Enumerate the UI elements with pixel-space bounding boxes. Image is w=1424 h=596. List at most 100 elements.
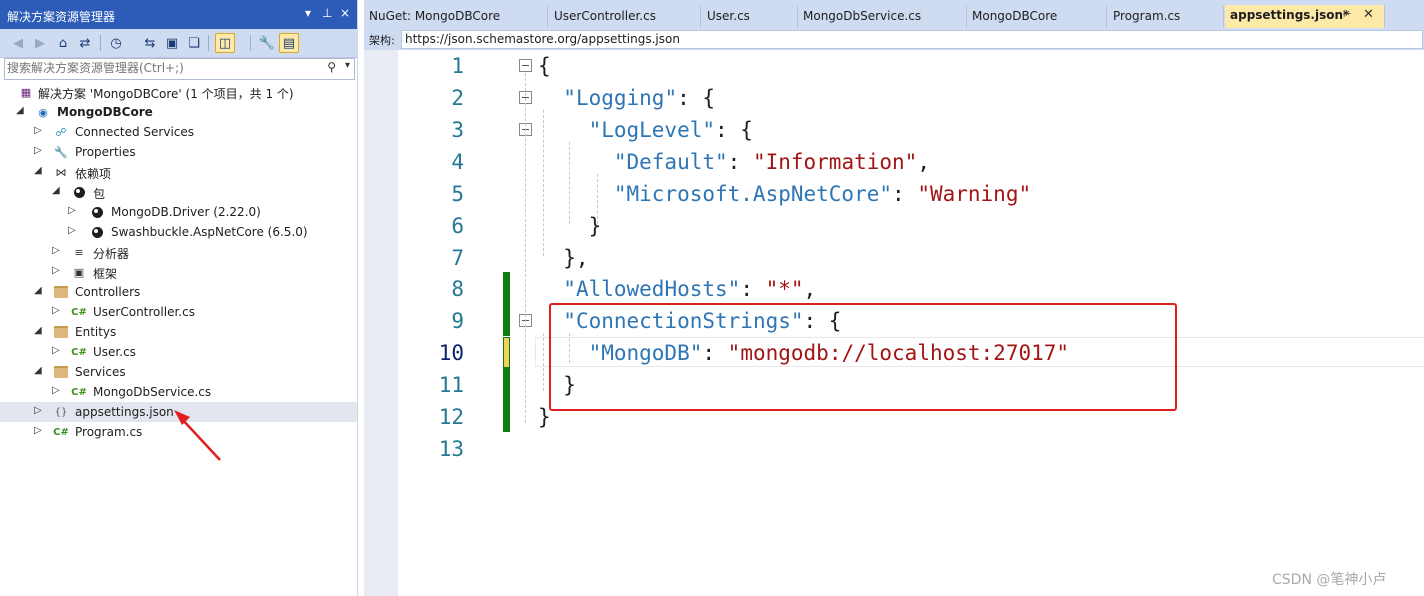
watermark: CSDN @笔神小卢 (1272, 572, 1387, 588)
tree-item-solution[interactable]: ▦ 解决方案 'MongoDBCore' (1 个项目，共 1 个) (0, 82, 357, 102)
code-line[interactable]: } (538, 214, 602, 238)
collapsed-arrow-icon[interactable]: ▷ (34, 405, 42, 416)
collapse-toggle-icon[interactable] (519, 59, 532, 72)
tree-item-user[interactable]: ▷ C# User.cs (0, 342, 357, 362)
collapsed-arrow-icon[interactable]: ▷ (52, 345, 60, 356)
collapsed-arrow-icon[interactable]: ▷ (52, 245, 60, 256)
collapse-all-icon[interactable]: ❏ (184, 33, 204, 53)
tree-item-label: Services (75, 365, 126, 379)
tree-item-project[interactable]: ◢ ◉ MongoDBCore (0, 102, 357, 122)
collapsed-arrow-icon[interactable]: ▷ (52, 265, 60, 276)
json-key-token: "Default" (613, 150, 728, 174)
tree-item-label: Swashbuckle.AspNetCore (6.5.0) (111, 225, 308, 239)
tree-item-frameworks[interactable]: ▷ ▣ 框架 (0, 262, 357, 282)
close-panel-icon[interactable]: × (340, 6, 350, 20)
connected-services-icon: ☍ (55, 125, 67, 139)
solution-icon: ▦ (20, 85, 32, 99)
search-input[interactable] (7, 60, 325, 76)
expanded-arrow-icon[interactable]: ◢ (34, 325, 42, 336)
tab-mongodbcore[interactable]: MongoDBCore (967, 6, 1107, 28)
preview-selected-items-icon[interactable]: ▤ (279, 33, 299, 53)
code-line[interactable]: "AllowedHosts": "*", (538, 277, 816, 301)
tree-item-label: Controllers (75, 285, 141, 299)
code-line[interactable]: }, (538, 246, 588, 270)
tree-item-properties[interactable]: ▷ 🔧 Properties (0, 142, 357, 162)
tree-item-label: 依赖项 (75, 167, 112, 181)
tree-item-dependencies[interactable]: ◢ ⋈ 依赖项 (0, 162, 357, 182)
package-icon (71, 184, 87, 200)
code-line[interactable]: "Logging": { (538, 86, 715, 110)
dependencies-icon: ⋈ (55, 165, 67, 179)
expanded-arrow-icon[interactable]: ◢ (16, 105, 24, 116)
punctuation-token: { (538, 54, 551, 78)
code-line[interactable]: "Default": "Information", (538, 150, 930, 174)
pending-changes-filter-icon[interactable]: ◷ (106, 33, 126, 53)
code-line[interactable]: { (538, 54, 551, 78)
collapsed-arrow-icon[interactable]: ▷ (34, 145, 42, 156)
expanded-arrow-icon[interactable]: ◢ (34, 285, 42, 296)
json-string-token: "Information" (752, 150, 918, 174)
expanded-arrow-icon[interactable]: ◢ (52, 185, 60, 196)
tab-mongodbservice[interactable]: MongoDbService.cs (798, 6, 967, 28)
solution-explorer-search-box[interactable]: ⚲ ▾ (4, 58, 355, 80)
switch-views-icon[interactable]: ⇄ (75, 33, 95, 53)
solution-explorer-title: 解决方案资源管理器 (7, 10, 116, 24)
solution-explorer-title-bar: 解决方案资源管理器 ▾ ⊥ × (0, 0, 357, 29)
tree-item-packages[interactable]: ◢ 包 (0, 182, 357, 202)
tree-item-mongodb-driver[interactable]: ▷ MongoDB.Driver (2.22.0) (0, 202, 357, 222)
properties-wrench-icon[interactable]: 🔧 (257, 33, 277, 53)
expanded-arrow-icon[interactable]: ◢ (34, 165, 42, 176)
tree-item-swashbuckle[interactable]: ▷ Swashbuckle.AspNetCore (6.5.0) (0, 222, 357, 242)
collapsed-arrow-icon[interactable]: ▷ (52, 385, 60, 396)
forward-icon[interactable]: ▶ (30, 33, 50, 53)
close-tab-icon[interactable]: ✕ (1363, 7, 1374, 22)
collapsed-arrow-icon[interactable]: ▷ (52, 305, 60, 316)
tree-item-analyzers[interactable]: ▷ ≡ 分析器 (0, 242, 357, 262)
tree-item-services[interactable]: ◢ Services (0, 362, 357, 382)
tree-item-label: MongoDB.Driver (2.22.0) (111, 205, 261, 219)
tree-item-label: Entitys (75, 325, 117, 339)
collapsed-arrow-icon[interactable]: ▷ (68, 225, 76, 236)
tree-item-mongodbservice[interactable]: ▷ C# MongoDbService.cs (0, 382, 357, 402)
tree-item-entitys[interactable]: ◢ Entitys (0, 322, 357, 342)
tab-nuget-mongodbcore[interactable]: NuGet: MongoDBCore (364, 6, 548, 28)
window-position-dropdown-icon[interactable]: ▾ (305, 6, 311, 20)
show-all-files-icon[interactable]: ◫ (215, 33, 235, 53)
collapsed-arrow-icon[interactable]: ▷ (34, 425, 42, 436)
line-number: 9 (451, 309, 464, 333)
refresh-icon[interactable]: ▣ (162, 33, 182, 53)
tree-item-label: 分析器 (93, 247, 130, 261)
punctuation-token: } (538, 214, 602, 238)
collapsed-arrow-icon[interactable]: ▷ (68, 205, 76, 216)
pin-tab-icon[interactable]: ⊢ (1343, 9, 1352, 20)
tab-appsettings-active[interactable]: appsettings.json* ⊢ ✕ (1225, 5, 1385, 28)
tab-program[interactable]: Program.cs (1108, 6, 1224, 28)
schema-url-field[interactable]: https://json.schemastore.org/appsettings… (401, 30, 1423, 49)
expanded-arrow-icon[interactable]: ◢ (34, 365, 42, 376)
sync-with-active-document-icon[interactable]: ⇆ (140, 33, 160, 53)
tree-item-connected-services[interactable]: ▷ ☍ Connected Services (0, 122, 357, 142)
home-icon[interactable]: ⌂ (53, 33, 73, 53)
saved-change-bar (503, 272, 510, 336)
punctuation-token (538, 86, 563, 110)
tree-item-program[interactable]: ▷ C# Program.cs (0, 422, 357, 442)
tree-item-appsettings[interactable]: ▷ {} appsettings.json (0, 402, 357, 422)
search-options-dropdown-icon[interactable]: ▾ (345, 60, 350, 71)
tree-item-label: MongoDbService.cs (93, 385, 212, 399)
back-icon[interactable]: ◀ (8, 33, 28, 53)
tab-label: MongoDBCore (972, 9, 1058, 23)
line-number: 7 (451, 246, 464, 270)
tab-usercontroller[interactable]: UserController.cs (549, 6, 701, 28)
tree-item-label: 包 (93, 187, 106, 201)
search-icon[interactable]: ⚲ (327, 60, 336, 74)
tab-label: MongoDbService.cs (803, 9, 922, 23)
tree-item-usercontroller[interactable]: ▷ C# UserController.cs (0, 302, 357, 322)
tree-item-controllers[interactable]: ◢ Controllers (0, 282, 357, 302)
code-line[interactable]: "LogLevel": { (538, 118, 753, 142)
csharp-file-icon: C# (71, 386, 87, 398)
code-line[interactable]: "Microsoft.AspNetCore": "Warning" (538, 182, 1031, 206)
tab-user[interactable]: User.cs (702, 6, 798, 28)
auto-hide-pin-icon[interactable]: ⊥ (322, 6, 332, 20)
collapsed-arrow-icon[interactable]: ▷ (34, 125, 42, 136)
line-number: 12 (438, 405, 464, 429)
